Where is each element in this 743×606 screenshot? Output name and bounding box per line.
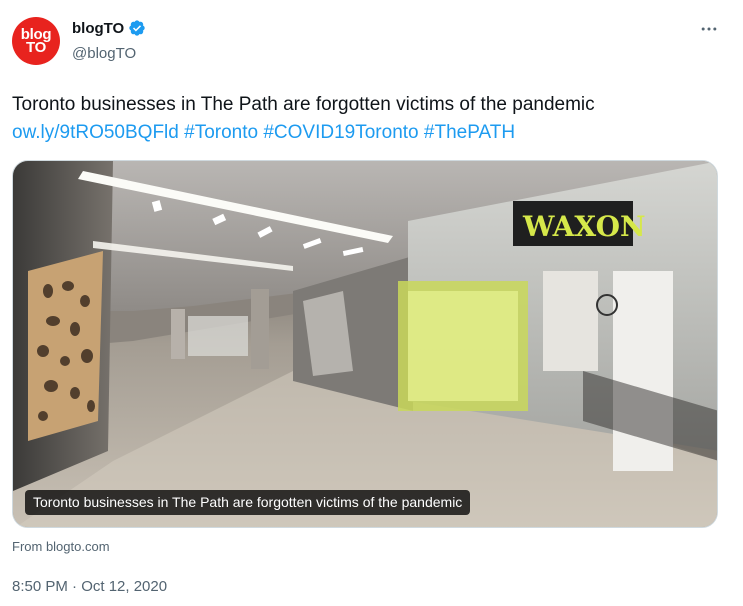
author-name-row: blogTO	[72, 19, 146, 37]
timestamp[interactable]: 8:50 PM · Oct 12, 2020	[12, 578, 167, 595]
blogto-logo: blog TO	[21, 27, 52, 55]
hashtag-covid19toronto[interactable]: #COVID19Toronto	[263, 122, 418, 143]
card-caption: Toronto businesses in The Path are forgo…	[25, 490, 471, 515]
article-link[interactable]: ow.ly/9tRO50BQFld	[12, 122, 179, 143]
path-corridor-photo: WAXON	[13, 161, 717, 527]
tweet-links-row: ow.ly/9tRO50BQFld #Toronto #COVID19Toron…	[12, 119, 732, 147]
tweet-body: Toronto businesses in The Path are forgo…	[12, 94, 595, 115]
avatar[interactable]: blog TO	[12, 17, 60, 65]
more-horizontal-icon	[701, 27, 717, 31]
handle[interactable]: @blogTO	[72, 45, 136, 62]
link-card-image[interactable]: WAXON Toronto businesses in The Path are…	[12, 160, 718, 528]
display-name[interactable]: blogTO	[72, 20, 124, 37]
more-options-button[interactable]	[697, 17, 721, 41]
hashtag-thepath[interactable]: #ThePATH	[424, 122, 515, 143]
tweet-text: Toronto businesses in The Path are forgo…	[12, 91, 732, 147]
card-source[interactable]: From blogto.com	[12, 539, 110, 554]
verified-badge-icon	[129, 20, 145, 36]
tweet: blog TO blogTO @blogTO Toronto businesse…	[0, 0, 743, 606]
hashtag-toronto[interactable]: #Toronto	[184, 122, 258, 143]
store-sign: WAXON	[522, 210, 646, 243]
